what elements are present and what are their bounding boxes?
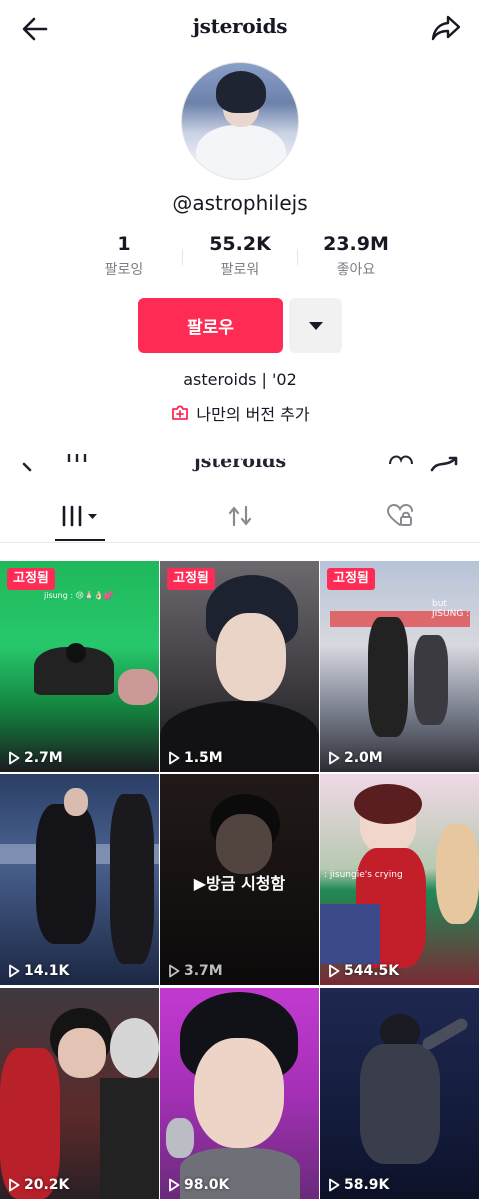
followers-label: 팔로워 (220, 262, 260, 278)
avatar[interactable] (181, 62, 299, 180)
following-count: 1 (117, 233, 131, 255)
video-caption: but JISUNG : (432, 599, 470, 619)
sticky-header-ghost: jsteroids (0, 446, 480, 476)
view-count-label: 1.5M (184, 750, 223, 766)
share-arrow-icon (430, 456, 458, 472)
view-count-label: 20.2K (24, 1177, 70, 1193)
view-count-label: 3.7M (184, 963, 223, 979)
video-thumbnail[interactable]: 20.2K (0, 988, 159, 1199)
pinned-badge: 고정됨 (167, 568, 215, 590)
active-tab-indicator (55, 539, 105, 541)
video-thumbnail[interactable]: jisung : 😢🙏🏻👌🏻💕 고정됨 2.7M (0, 561, 159, 772)
likes-count: 23.9M (323, 233, 389, 255)
follow-button[interactable]: 팔로우 (138, 298, 283, 353)
play-outline-icon (169, 964, 180, 978)
view-count-label: 2.0M (344, 750, 383, 766)
add-sticker-icon (172, 405, 189, 420)
profile-handle: @astrophilejs (172, 191, 308, 215)
pinned-badge: 고정됨 (327, 568, 375, 590)
view-count-label: 14.1K (24, 963, 70, 979)
followers-count: 55.2K (209, 233, 271, 255)
profile-bio: asteroids | '02 (183, 370, 297, 389)
tab-reposts[interactable] (160, 489, 320, 543)
view-count: 98.0K (168, 1177, 229, 1193)
play-outline-icon (9, 1178, 20, 1192)
caret-down-icon (308, 321, 323, 330)
video-caption: : jisungie's crying (324, 870, 403, 880)
view-count: 14.1K (8, 963, 69, 979)
profile-stats: 1 팔로잉 55.2K 팔로워 23.9M 좋아요 (0, 233, 480, 289)
view-count: 20.2K (8, 1177, 69, 1193)
tab-liked[interactable] (320, 489, 480, 543)
share-arrow-icon (431, 15, 461, 41)
page-title: jsteroids (192, 14, 288, 38)
view-count: 2.7M (8, 750, 63, 766)
followers-stat[interactable]: 55.2K 팔로워 (180, 233, 300, 279)
play-outline-icon (329, 964, 340, 978)
view-count-label: 58.9K (344, 1177, 390, 1193)
view-count: 3.7M (168, 963, 223, 979)
video-caption: jisung : 😢🙏🏻👌🏻💕 (44, 591, 114, 600)
add-version-link[interactable]: 나만의 버전 추가 (0, 401, 480, 425)
heart-lock-icon (386, 503, 413, 526)
view-count: 544.5K (328, 963, 399, 979)
pinned-badge: 고정됨 (7, 568, 55, 590)
video-thumbnail[interactable]: 14.1K (0, 774, 159, 985)
likes-stat[interactable]: 23.9M 좋아요 (296, 233, 416, 279)
tab-videos[interactable] (0, 489, 160, 543)
play-outline-icon (329, 751, 340, 765)
view-count-label: 98.0K (184, 1177, 230, 1193)
profile-tabs (0, 489, 480, 543)
video-thumbnail[interactable]: but JISUNG : 고정됨 2.0M (320, 561, 479, 772)
grid-bars-icon (62, 505, 97, 527)
share-button[interactable] (428, 10, 464, 46)
following-label: 팔로잉 (104, 262, 144, 278)
view-count: 1.5M (168, 750, 223, 766)
video-grid: jisung : 😢🙏🏻👌🏻💕 고정됨 2.7M 고정됨 1.5M but JI… (0, 561, 480, 1203)
video-thumbnail[interactable]: : jisungie's crying 544.5K (320, 774, 479, 985)
view-count-label: 544.5K (344, 963, 400, 979)
view-count: 58.9K (328, 1177, 389, 1193)
repost-icon (228, 505, 252, 527)
heart-icon (389, 455, 413, 465)
video-thumbnail[interactable]: 98.0K (160, 988, 319, 1199)
play-outline-icon (9, 751, 20, 765)
more-options-button[interactable] (289, 298, 342, 353)
video-thumbnail[interactable]: ▶방금 시청함 3.7M (160, 774, 319, 985)
likes-label: 좋아요 (336, 262, 376, 278)
watched-label: ▶방금 시청함 (193, 874, 286, 893)
following-stat[interactable]: 1 팔로잉 (64, 233, 184, 279)
play-outline-icon (9, 964, 20, 978)
add-version-label: 나만의 버전 추가 (196, 405, 310, 424)
view-count: 2.0M (328, 750, 383, 766)
video-thumbnail[interactable]: 58.9K (320, 988, 479, 1199)
video-thumbnail[interactable]: 고정됨 1.5M (160, 561, 319, 772)
play-outline-icon (169, 751, 180, 765)
play-outline-icon (169, 1178, 180, 1192)
play-outline-icon (329, 1178, 340, 1192)
top-bar: jsteroids (0, 0, 480, 56)
view-count-label: 2.7M (24, 750, 63, 766)
